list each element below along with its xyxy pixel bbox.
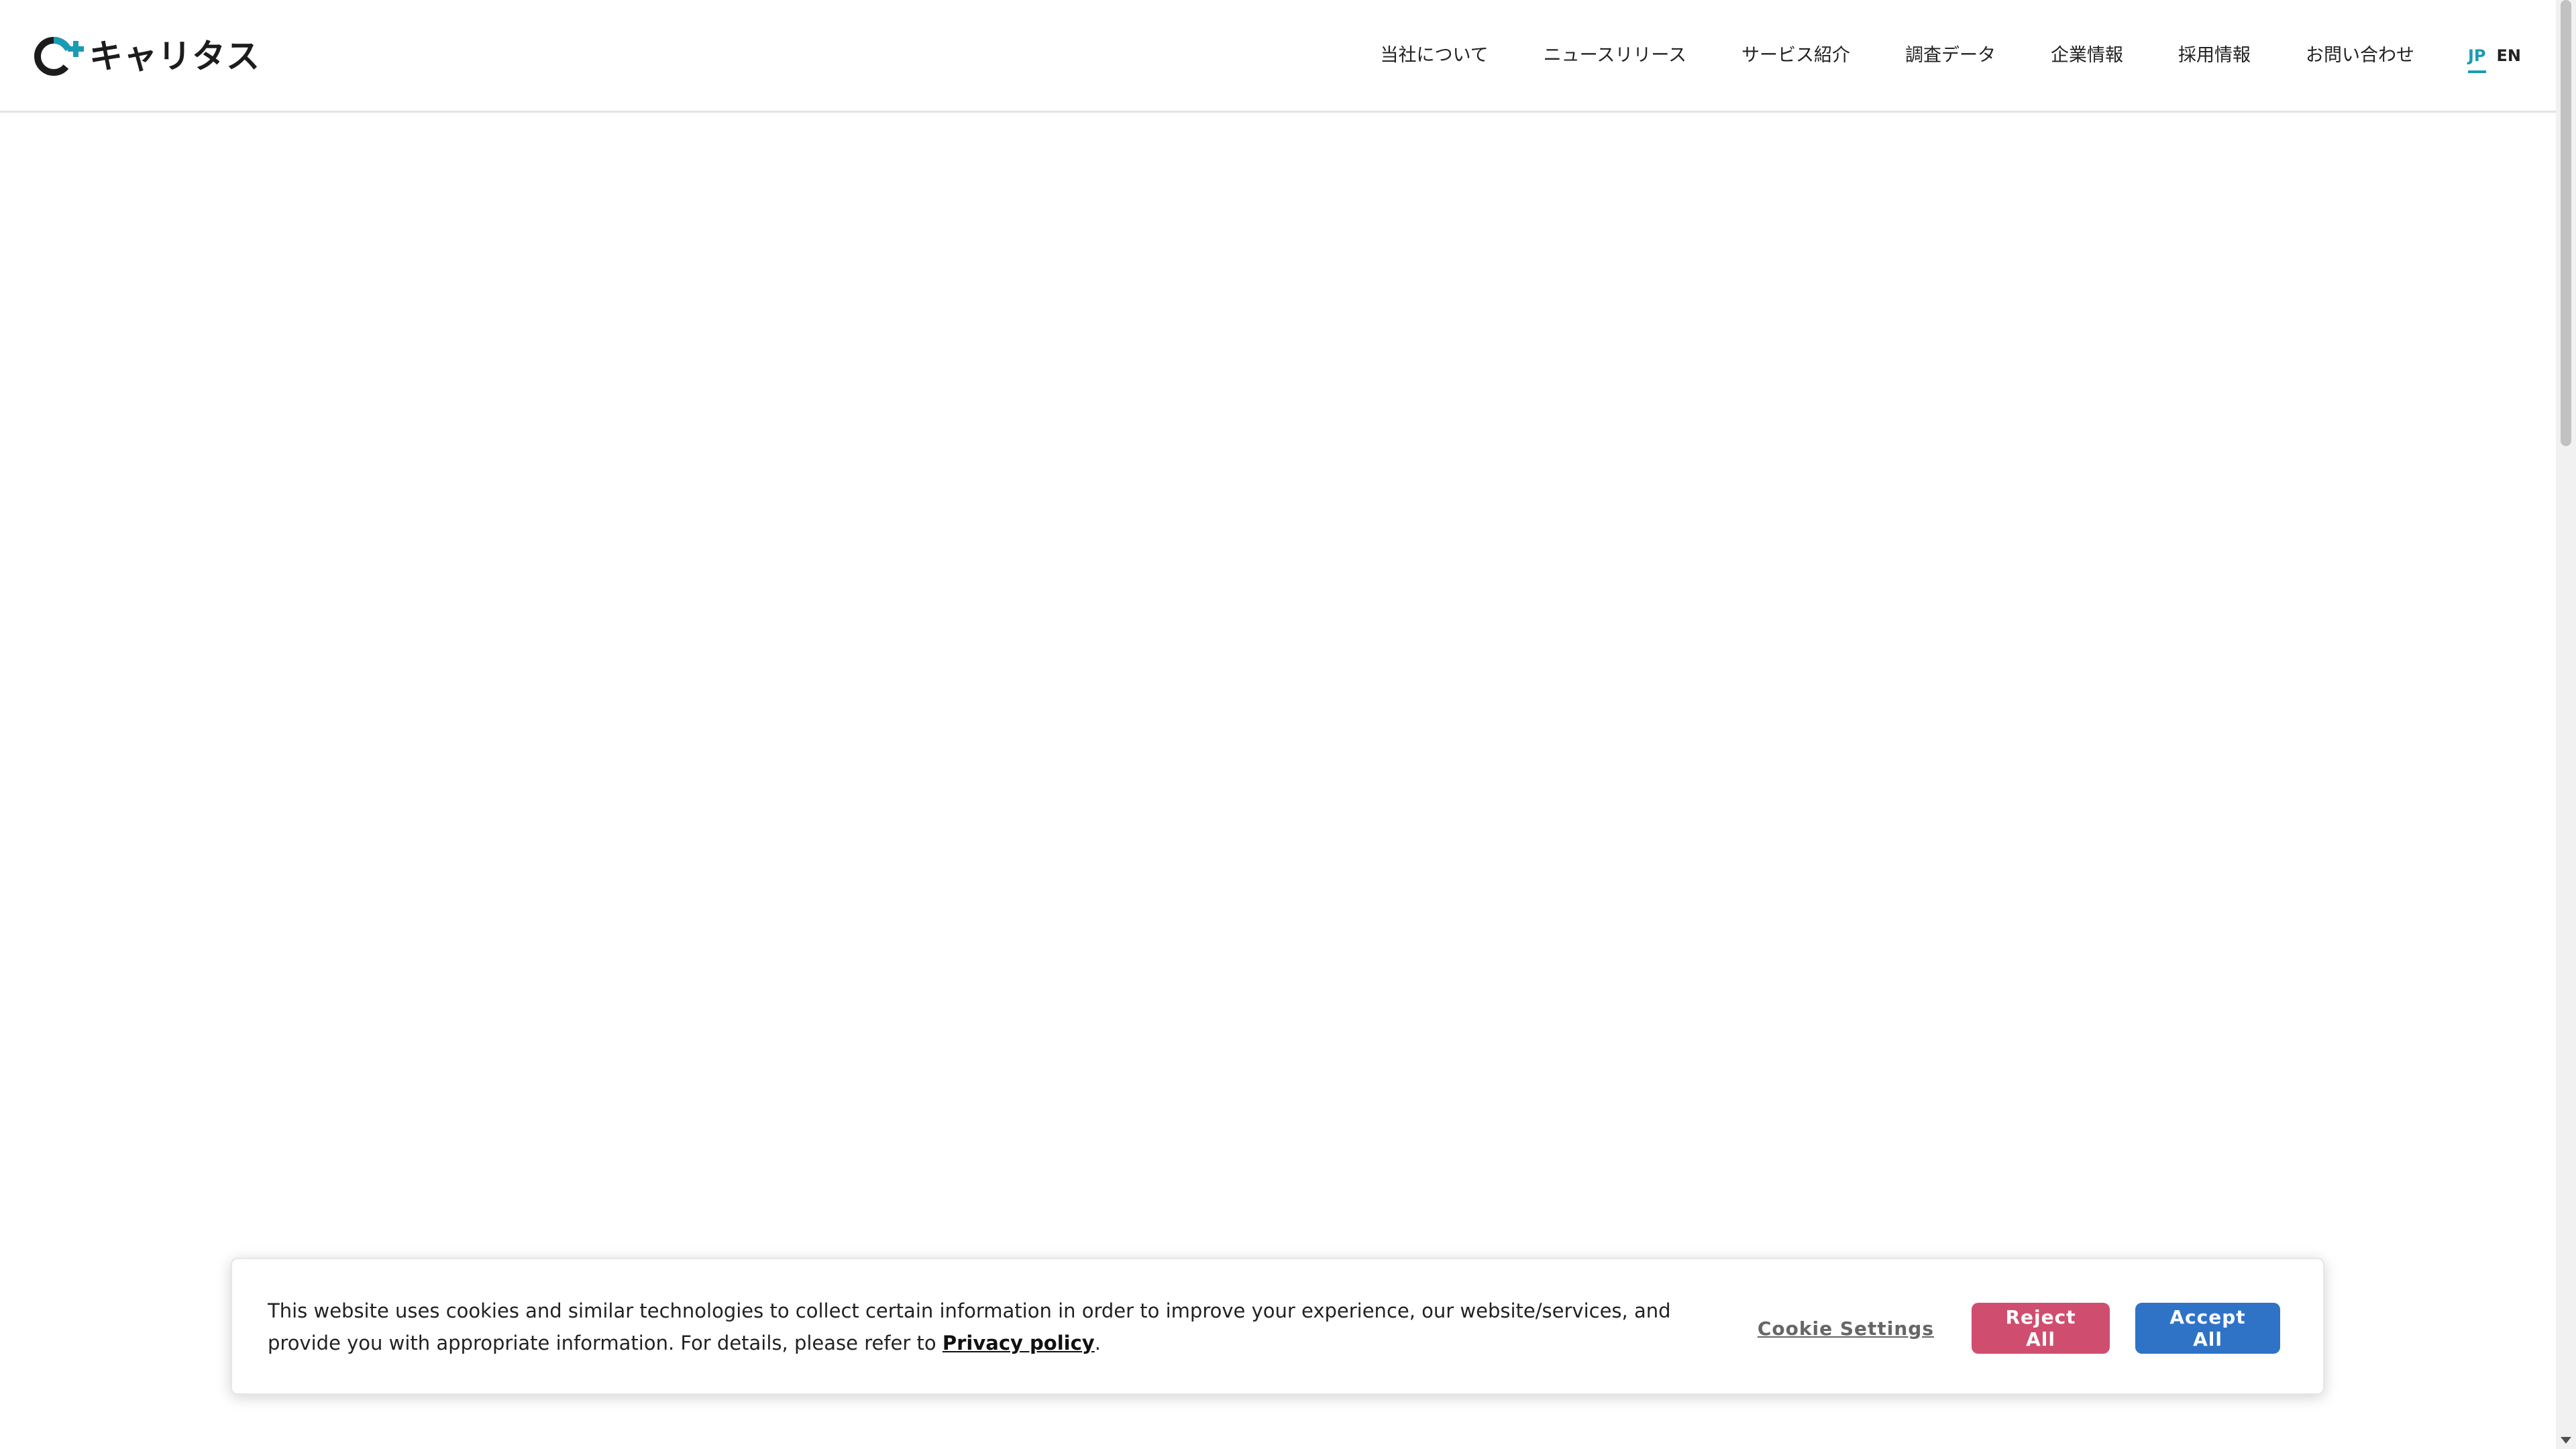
cookie-message: This website uses cookies and similar te… [268,1295,1743,1359]
main-nav: 当社について ニュースリリース サービス紹介 調査データ 企業情報 採用情報 お… [1380,0,2556,111]
accept-all-button[interactable]: Accept All [2135,1303,2280,1354]
site-logo[interactable]: キャリタス [32,34,260,78]
nav-item-recruit[interactable]: 採用情報 [2178,42,2251,69]
nav-item-research[interactable]: 調査データ [1905,42,1996,69]
nav-item-company[interactable]: 企業情報 [2051,42,2123,69]
nav-item-news[interactable]: ニュースリリース [1544,42,1686,69]
cookie-actions: Cookie Settings Reject All Accept All [1758,1303,2280,1354]
logo-text: キャリタス [89,37,260,76]
page-scrollbar[interactable] [2556,0,2576,1449]
nav-item-contact[interactable]: お問い合わせ [2306,42,2414,69]
page: キャリタス 当社について ニュースリリース サービス紹介 調査データ 企業情報 … [0,0,2576,1449]
scrollbar-thumb[interactable] [2561,0,2571,446]
language-switcher: JP EN [2467,42,2521,73]
cookie-consent-banner: This website uses cookies and similar te… [231,1258,2324,1395]
scroll-down-arrow-icon[interactable] [2561,1437,2571,1444]
lang-jp[interactable]: JP [2467,42,2486,73]
logo-mark-icon [34,36,84,76]
nav-item-services[interactable]: サービス紹介 [1741,42,1850,69]
cookie-message-end: . [1094,1332,1101,1354]
reject-all-button[interactable]: Reject All [1972,1303,2110,1354]
lang-en[interactable]: EN [2497,42,2521,69]
nav-item-about[interactable]: 当社について [1380,42,1488,69]
cookie-settings-button[interactable]: Cookie Settings [1758,1318,1934,1340]
privacy-policy-link[interactable]: Privacy policy [943,1332,1095,1354]
site-header: キャリタス 当社について ニュースリリース サービス紹介 調査データ 企業情報 … [0,0,2556,113]
